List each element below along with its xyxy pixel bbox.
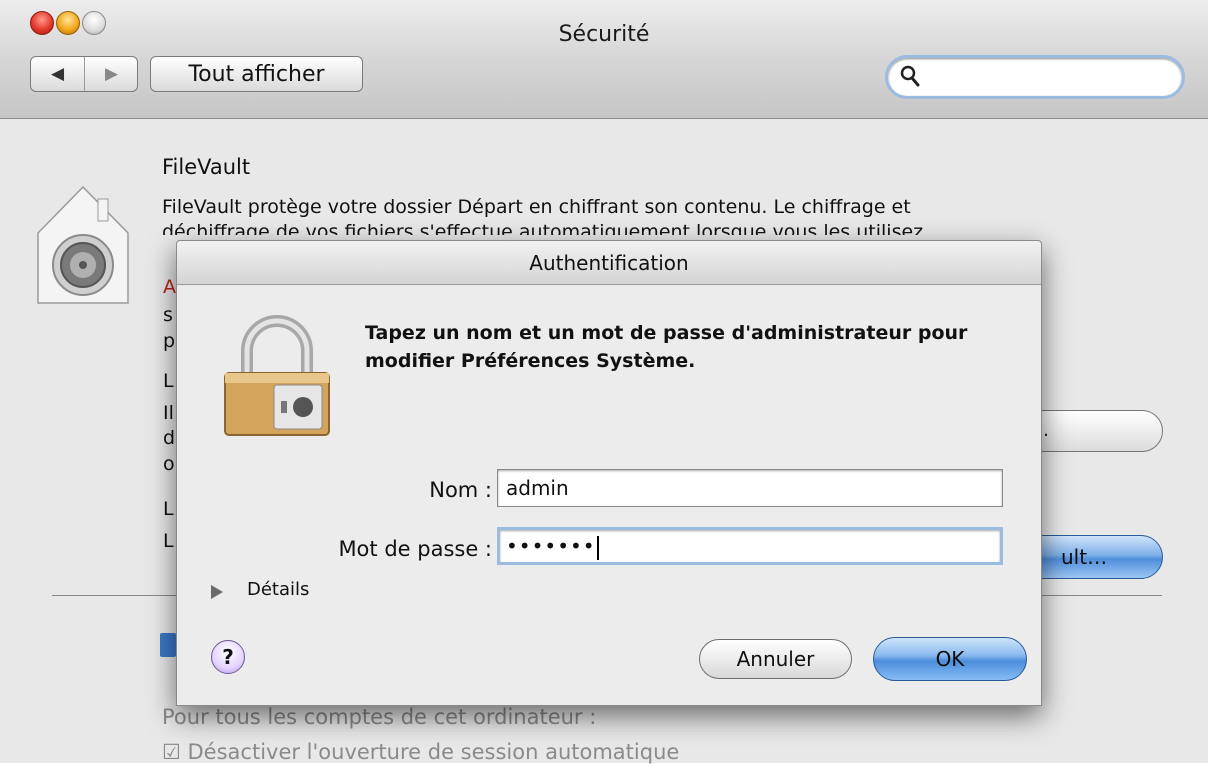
partial-text: s xyxy=(163,304,173,326)
dialog-title: Authentification xyxy=(529,251,689,275)
partial-text: Il xyxy=(163,402,174,424)
text-caret xyxy=(596,535,599,560)
auto-login-label: Désactiver l'ouverture de session automa… xyxy=(187,740,680,764)
authentication-dialog: Authentification Tapez un nom et un mot … xyxy=(176,240,1042,706)
partial-text: o xyxy=(163,453,175,475)
auto-login-option[interactable]: ☑ Désactiver l'ouverture de session auto… xyxy=(162,740,679,764)
filevault-title: FileVault xyxy=(162,155,251,179)
lock-icon xyxy=(224,315,330,436)
partial-text: L xyxy=(163,530,174,552)
filevault-description-line2: déchiffrage de vos fichiers s'effectue a… xyxy=(162,221,924,235)
password-field[interactable]: ••••••• xyxy=(497,527,1003,565)
accounts-label: Pour tous les comptes de cet ordinateur … xyxy=(162,705,597,729)
details-label[interactable]: Détails xyxy=(247,579,309,600)
search-field[interactable] xyxy=(885,55,1185,99)
checkbox[interactable] xyxy=(160,633,176,657)
password-label: Mot de passe : xyxy=(338,537,492,561)
show-all-button[interactable]: Tout afficher xyxy=(150,56,363,92)
forward-arrow-icon[interactable]: ▶ xyxy=(85,57,138,91)
partial-text: p xyxy=(163,330,176,352)
back-arrow-icon[interactable]: ◀ xyxy=(31,57,85,91)
dialog-message: Tapez un nom et un mot de passe d'admini… xyxy=(365,322,968,372)
filevault-icon xyxy=(37,185,129,304)
partial-text: L xyxy=(163,498,174,520)
partial-text: L xyxy=(163,370,174,392)
dialog-titlebar: Authentification xyxy=(177,241,1041,285)
partial-text: d xyxy=(163,427,176,449)
help-button[interactable]: ? xyxy=(211,640,245,674)
partial-text: A xyxy=(163,276,176,298)
filevault-description-line1: FileVault protège votre dossier Départ e… xyxy=(162,196,911,218)
titlebar: Sécurité ◀ ▶ Tout afficher xyxy=(0,0,1208,119)
search-icon xyxy=(900,65,920,87)
cancel-button[interactable]: Annuler xyxy=(699,639,852,679)
navigation-control: ◀ ▶ xyxy=(30,56,138,92)
ok-button[interactable]: OK xyxy=(873,637,1027,681)
password-value: ••••••• xyxy=(506,534,596,558)
window-title: Sécurité xyxy=(558,22,650,47)
disclosure-triangle-icon[interactable] xyxy=(211,585,223,599)
name-field[interactable]: admin xyxy=(497,469,1003,507)
name-label: Nom : xyxy=(429,478,492,502)
